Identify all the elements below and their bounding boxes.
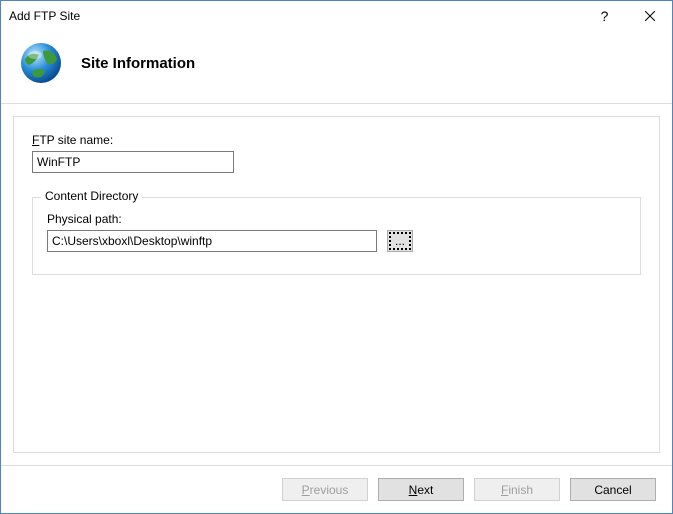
- wizard-window: Add FTP Site ? Site Informat: [0, 0, 673, 514]
- wizard-footer: Previous Next Finish Cancel: [1, 465, 672, 513]
- content-panel: FTP site name: Content Directory Physica…: [13, 116, 660, 453]
- browse-button[interactable]: ...: [387, 230, 413, 252]
- wizard-header: Site Information: [1, 31, 672, 104]
- window-title: Add FTP Site: [9, 9, 80, 23]
- content-directory-legend: Content Directory: [41, 189, 142, 203]
- close-icon: [645, 11, 655, 21]
- next-button[interactable]: Next: [378, 478, 464, 501]
- physical-path-label: Physical path:: [47, 212, 626, 226]
- page-title: Site Information: [81, 55, 195, 72]
- site-name-label: FTP site name:: [32, 133, 641, 147]
- close-button[interactable]: [627, 1, 672, 31]
- titlebar: Add FTP Site ?: [1, 1, 672, 31]
- physical-path-input[interactable]: [47, 230, 377, 252]
- site-name-input[interactable]: [32, 151, 234, 173]
- globe-icon: [19, 41, 63, 85]
- wizard-body: FTP site name: Content Directory Physica…: [1, 104, 672, 465]
- finish-button: Finish: [474, 478, 560, 501]
- previous-button: Previous: [282, 478, 368, 501]
- cancel-button[interactable]: Cancel: [570, 478, 656, 501]
- content-directory-group: Content Directory Physical path: ...: [32, 197, 641, 275]
- help-button[interactable]: ?: [582, 1, 627, 31]
